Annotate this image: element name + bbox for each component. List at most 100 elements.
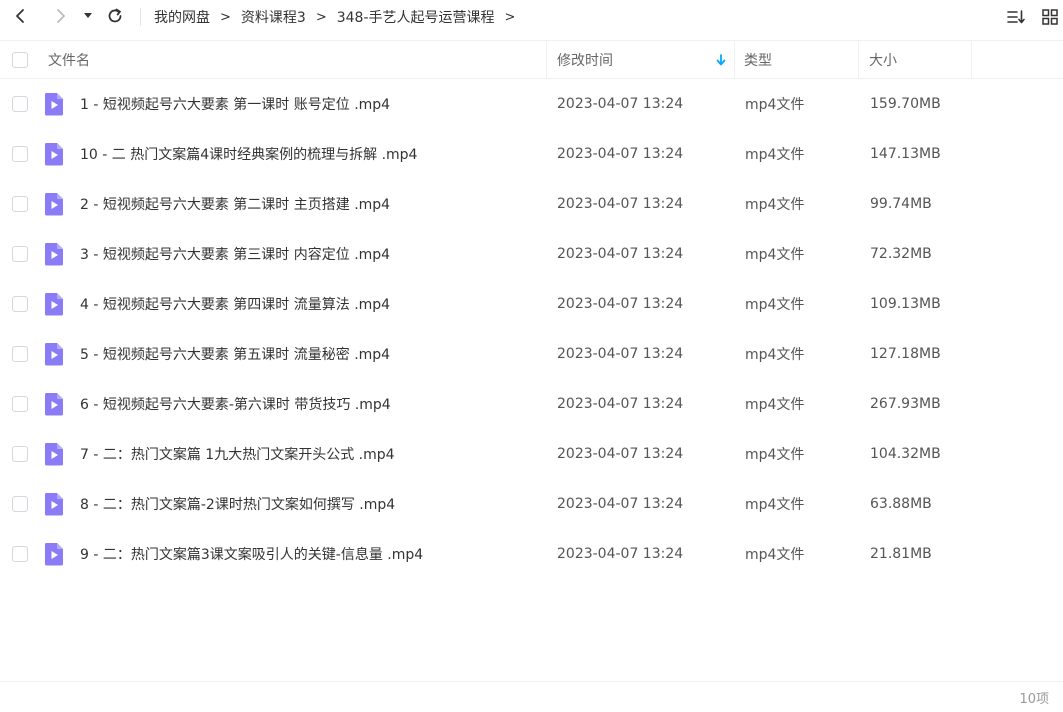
row-checkbox-cell bbox=[12, 179, 28, 229]
file-name[interactable]: 9 - 二：热门文案篇3课文案吸引人的关键-信息量 .mp4 bbox=[80, 529, 423, 579]
file-name[interactable]: 6 - 短视频起号六大要素-第六课时 带货技巧 .mp4 bbox=[80, 379, 391, 429]
history-dropdown-button[interactable] bbox=[78, 4, 98, 28]
file-icon-cell bbox=[44, 229, 64, 279]
file-name[interactable]: 5 - 短视频起号六大要素 第五课时 流量秘密 .mp4 bbox=[80, 329, 390, 379]
row-checkbox-cell bbox=[12, 529, 28, 579]
view-toggle-button[interactable] bbox=[1038, 5, 1062, 29]
select-all-checkbox[interactable] bbox=[12, 52, 28, 68]
table-row[interactable]: 10 - 二 热门文案篇4课时经典案例的梳理与拆解 .mp4 2023-04-07… bbox=[0, 129, 1063, 179]
file-type: mp4文件 bbox=[745, 247, 805, 263]
file-name[interactable]: 10 - 二 热门文案篇4课时经典案例的梳理与拆解 .mp4 bbox=[80, 129, 417, 179]
row-checkbox[interactable] bbox=[12, 296, 28, 312]
file-size: 63.88MB bbox=[870, 496, 932, 512]
file-icon-cell bbox=[44, 529, 64, 579]
breadcrumb-separator: > bbox=[220, 9, 231, 25]
file-size: 147.13MB bbox=[870, 146, 941, 162]
table-row[interactable]: 9 - 二：热门文案篇3课文案吸引人的关键-信息量 .mp4 2023-04-07… bbox=[0, 529, 1063, 579]
video-file-icon bbox=[44, 443, 63, 466]
back-button[interactable] bbox=[9, 4, 33, 28]
file-icon-cell bbox=[44, 429, 64, 479]
row-checkbox-cell bbox=[12, 79, 28, 129]
video-file-icon bbox=[44, 293, 63, 316]
video-file-icon bbox=[44, 493, 63, 516]
file-modified-time: 2023-04-07 13:24 bbox=[557, 296, 684, 312]
video-file-icon bbox=[44, 343, 63, 366]
file-name[interactable]: 8 - 二：热门文案篇-2课时热门文案如何撰写 .mp4 bbox=[80, 479, 395, 529]
table-row[interactable]: 5 - 短视频起号六大要素 第五课时 流量秘密 .mp4 2023-04-07 1… bbox=[0, 329, 1063, 379]
row-checkbox[interactable] bbox=[12, 146, 28, 162]
file-type: mp4文件 bbox=[745, 297, 805, 313]
breadcrumb-item-folder[interactable]: 资料课程3 bbox=[241, 7, 306, 27]
status-bar: 10项 bbox=[0, 681, 1063, 712]
breadcrumb: 我的网盘 > 资料课程3 > 348-手艺人起号运营课程 > bbox=[154, 0, 525, 34]
column-header-size[interactable]: 大小 bbox=[869, 41, 897, 79]
file-icon-cell bbox=[44, 79, 64, 129]
sort-list-icon bbox=[1007, 10, 1025, 24]
file-size: 72.32MB bbox=[870, 246, 932, 262]
refresh-button[interactable] bbox=[103, 4, 127, 28]
file-name[interactable]: 1 - 短视频起号六大要素 第一课时 账号定位 .mp4 bbox=[80, 79, 390, 129]
file-size: 99.74MB bbox=[870, 196, 932, 212]
item-count: 10项 bbox=[1019, 692, 1049, 707]
file-icon-cell bbox=[44, 179, 64, 229]
grid-view-icon bbox=[1042, 9, 1058, 25]
file-modified-time: 2023-04-07 13:24 bbox=[557, 346, 684, 362]
sort-descending-icon[interactable] bbox=[714, 52, 728, 68]
chevron-left-icon bbox=[16, 9, 24, 23]
forward-button[interactable] bbox=[48, 4, 72, 28]
row-checkbox[interactable] bbox=[12, 496, 28, 512]
breadcrumb-separator: > bbox=[315, 9, 327, 25]
row-checkbox[interactable] bbox=[12, 546, 28, 562]
file-modified-time: 2023-04-07 13:24 bbox=[557, 146, 684, 162]
file-type: mp4文件 bbox=[745, 147, 805, 163]
row-checkbox-cell bbox=[12, 279, 28, 329]
file-name[interactable]: 2 - 短视频起号六大要素 第二课时 主页搭建 .mp4 bbox=[80, 179, 390, 229]
file-modified-time: 2023-04-07 13:24 bbox=[557, 496, 684, 512]
file-type: mp4文件 bbox=[745, 447, 805, 463]
file-modified-time: 2023-04-07 13:24 bbox=[557, 96, 684, 112]
top-navigation-bar: 我的网盘 > 资料课程3 > 348-手艺人起号运营课程 > bbox=[0, 0, 1063, 34]
row-checkbox[interactable] bbox=[12, 96, 28, 112]
row-checkbox[interactable] bbox=[12, 246, 28, 262]
breadcrumb-item-current[interactable]: 348-手艺人起号运营课程 bbox=[337, 7, 495, 27]
table-row[interactable]: 4 - 短视频起号六大要素 第四课时 流量算法 .mp4 2023-04-07 1… bbox=[0, 279, 1063, 329]
file-size: 21.81MB bbox=[870, 546, 932, 562]
row-checkbox[interactable] bbox=[12, 346, 28, 362]
file-modified-time: 2023-04-07 13:24 bbox=[557, 396, 684, 412]
file-modified-time: 2023-04-07 13:24 bbox=[557, 546, 684, 562]
video-file-icon bbox=[44, 543, 63, 566]
refresh-icon bbox=[108, 8, 122, 23]
column-header-type[interactable]: 类型 bbox=[744, 41, 772, 79]
file-icon-cell bbox=[44, 129, 64, 179]
table-row[interactable]: 6 - 短视频起号六大要素-第六课时 带货技巧 .mp4 2023-04-07 1… bbox=[0, 379, 1063, 429]
row-checkbox[interactable] bbox=[12, 196, 28, 212]
file-modified-time: 2023-04-07 13:24 bbox=[557, 246, 684, 262]
row-checkbox-cell bbox=[12, 129, 28, 179]
toolbar-divider bbox=[140, 8, 141, 26]
table-row[interactable]: 3 - 短视频起号六大要素 第三课时 内容定位 .mp4 2023-04-07 1… bbox=[0, 229, 1063, 279]
column-header-name[interactable]: 文件名 bbox=[48, 41, 90, 79]
sort-button[interactable] bbox=[1004, 5, 1028, 29]
table-row[interactable]: 8 - 二：热门文案篇-2课时热门文案如何撰写 .mp4 2023-04-07 1… bbox=[0, 479, 1063, 529]
file-name[interactable]: 3 - 短视频起号六大要素 第三课时 内容定位 .mp4 bbox=[80, 229, 390, 279]
column-divider bbox=[971, 41, 972, 79]
row-checkbox[interactable] bbox=[12, 396, 28, 412]
row-checkbox-cell bbox=[12, 379, 28, 429]
row-checkbox[interactable] bbox=[12, 446, 28, 462]
table-row[interactable]: 1 - 短视频起号六大要素 第一课时 账号定位 .mp4 2023-04-07 1… bbox=[0, 79, 1063, 129]
file-size: 159.70MB bbox=[870, 96, 941, 112]
file-icon-cell bbox=[44, 379, 64, 429]
row-checkbox-cell bbox=[12, 229, 28, 279]
file-type: mp4文件 bbox=[745, 97, 805, 113]
table-row[interactable]: 7 - 二：热门文案篇 1九大热门文案开头公式 .mp4 2023-04-07 1… bbox=[0, 429, 1063, 479]
breadcrumb-separator: > bbox=[504, 9, 516, 25]
table-row[interactable]: 2 - 短视频起号六大要素 第二课时 主页搭建 .mp4 2023-04-07 1… bbox=[0, 179, 1063, 229]
video-file-icon bbox=[44, 243, 63, 266]
file-name[interactable]: 7 - 二：热门文案篇 1九大热门文案开头公式 .mp4 bbox=[80, 429, 395, 479]
column-divider bbox=[546, 41, 547, 79]
file-size: 127.18MB bbox=[870, 346, 941, 362]
select-all-cell bbox=[12, 41, 28, 79]
column-header-modified[interactable]: 修改时间 bbox=[557, 41, 613, 79]
breadcrumb-item-root[interactable]: 我的网盘 bbox=[154, 7, 210, 27]
file-name[interactable]: 4 - 短视频起号六大要素 第四课时 流量算法 .mp4 bbox=[80, 279, 390, 329]
